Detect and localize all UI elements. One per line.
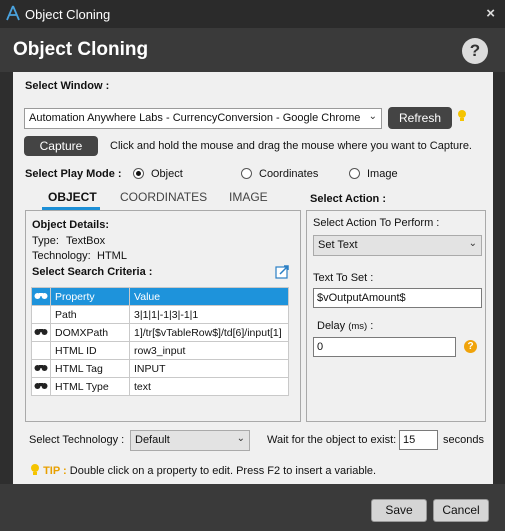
row-property[interactable]: Path	[50, 305, 130, 324]
tab-image[interactable]: IMAGE	[229, 190, 268, 204]
cancel-button[interactable]: Cancel	[433, 499, 489, 522]
window-title: Object Cloning	[25, 7, 111, 22]
tip-text: Double click on a property to edit. Pres…	[69, 465, 377, 477]
action-select[interactable]: Set Text ⌄	[313, 235, 482, 256]
binoculars-icon	[34, 364, 48, 371]
object-details-title: Object Details:	[32, 219, 110, 231]
table-row[interactable]: DOMXPath 1]/tr[$vTableRow$]/td[6]/input[…	[31, 323, 289, 342]
action-perform-label: Select Action To Perform :	[313, 217, 440, 229]
row-property[interactable]: DOMXPath	[50, 323, 130, 342]
lightbulb-icon	[31, 464, 39, 475]
radio-coordinates[interactable]	[241, 168, 252, 179]
wait-label: Wait for the object to exist:	[267, 434, 397, 446]
header-value[interactable]: Value	[129, 287, 289, 306]
row-icon-cell[interactable]	[31, 377, 51, 396]
technology-select-value: Default	[135, 434, 170, 446]
row-value[interactable]: 3|1|1|-1|3|-1|1	[129, 305, 289, 324]
window-select-value: Automation Anywhere Labs - CurrencyConve…	[29, 112, 361, 124]
chevron-down-icon: ⌄	[468, 238, 477, 249]
select-action-title: Select Action :	[310, 193, 386, 205]
app-logo-icon	[6, 5, 20, 21]
type-label: Type:	[32, 235, 59, 247]
technology-select-label: Select Technology :	[29, 434, 125, 446]
delay-label-text: Delay	[317, 320, 346, 332]
binoculars-icon	[34, 328, 48, 335]
row-value[interactable]: INPUT	[129, 359, 289, 378]
text-to-set-input[interactable]: $vOutputAmount$	[313, 288, 482, 308]
table-row[interactable]: Path 3|1|1|-1|3|-1|1	[31, 305, 289, 324]
header-property[interactable]: Property	[50, 287, 130, 306]
radio-coordinates-label: Coordinates	[259, 168, 319, 180]
title-bar: Object Cloning ×	[0, 0, 505, 28]
table-row[interactable]: HTML Tag INPUT	[31, 359, 289, 378]
table-row[interactable]: HTML ID row3_input	[31, 341, 289, 360]
header-icon-cell	[31, 287, 51, 306]
row-value[interactable]: row3_input	[129, 341, 289, 360]
radio-object-label: Object	[151, 168, 183, 180]
technology-label: Technology:	[32, 250, 91, 262]
radio-object[interactable]	[133, 168, 144, 179]
lightbulb-icon	[458, 110, 466, 121]
row-property[interactable]: HTML ID	[50, 341, 130, 360]
capture-button[interactable]: Capture	[24, 136, 98, 156]
dialog-footer: Save Cancel	[0, 484, 505, 531]
action-select-value: Set Text	[318, 239, 358, 251]
technology-value: HTML	[97, 250, 127, 262]
row-icon-cell[interactable]	[31, 305, 51, 324]
technology-select[interactable]: Default ⌄	[130, 430, 250, 451]
tip-line: TIP : Double click on a property to edit…	[30, 463, 376, 477]
play-mode-label: Select Play Mode :	[25, 168, 122, 180]
page-title: Object Cloning	[13, 39, 149, 60]
delay-input[interactable]: 0	[313, 337, 456, 357]
select-window-label: Select Window :	[25, 80, 110, 92]
help-icon[interactable]: ?	[462, 38, 488, 64]
row-icon-cell[interactable]	[31, 323, 51, 342]
binoculars-icon	[34, 292, 48, 299]
dialog-header: Object Cloning ?	[0, 28, 505, 72]
criteria-table: Property Value Path 3|1|1|-1|3|-1|1 DOMX…	[31, 287, 289, 396]
delay-label: Delay (ms) :	[317, 320, 373, 332]
wait-unit: seconds	[443, 434, 484, 446]
row-property[interactable]: HTML Tag	[50, 359, 130, 378]
chevron-down-icon: ⌄	[236, 433, 245, 444]
tab-coordinates[interactable]: COORDINATES	[120, 190, 207, 204]
delay-colon: :	[370, 320, 374, 332]
window-select[interactable]: Automation Anywhere Labs - CurrencyConve…	[24, 108, 382, 129]
chevron-down-icon: ⌄	[368, 111, 377, 122]
tab-object[interactable]: OBJECT	[48, 190, 97, 204]
main-panel: Select Window : Automation Anywhere Labs…	[13, 72, 493, 484]
save-button[interactable]: Save	[371, 499, 427, 522]
row-value[interactable]: 1]/tr[$vTableRow$]/td[6]/input[1]	[129, 323, 289, 342]
search-criteria-title: Select Search Criteria :	[32, 266, 153, 278]
type-value: TextBox	[66, 235, 106, 247]
delay-unit: (ms)	[348, 321, 368, 332]
export-icon[interactable]	[275, 264, 290, 279]
row-icon-cell[interactable]	[31, 341, 51, 360]
row-icon-cell[interactable]	[31, 359, 51, 378]
table-header-row: Property Value	[31, 287, 289, 306]
table-row[interactable]: HTML Type text	[31, 377, 289, 396]
radio-image-label: Image	[367, 168, 398, 180]
wait-input[interactable]: 15	[399, 430, 438, 450]
capture-hint: Click and hold the mouse and drag the mo…	[110, 140, 472, 152]
refresh-button[interactable]: Refresh	[388, 107, 452, 129]
row-property[interactable]: HTML Type	[50, 377, 130, 396]
binoculars-icon	[34, 382, 48, 389]
radio-image[interactable]	[349, 168, 360, 179]
row-value[interactable]: text	[129, 377, 289, 396]
delay-help-icon[interactable]: ?	[464, 340, 477, 353]
close-icon[interactable]: ×	[486, 5, 495, 22]
tip-label: TIP :	[43, 465, 67, 477]
text-to-set-label: Text To Set :	[313, 272, 374, 284]
